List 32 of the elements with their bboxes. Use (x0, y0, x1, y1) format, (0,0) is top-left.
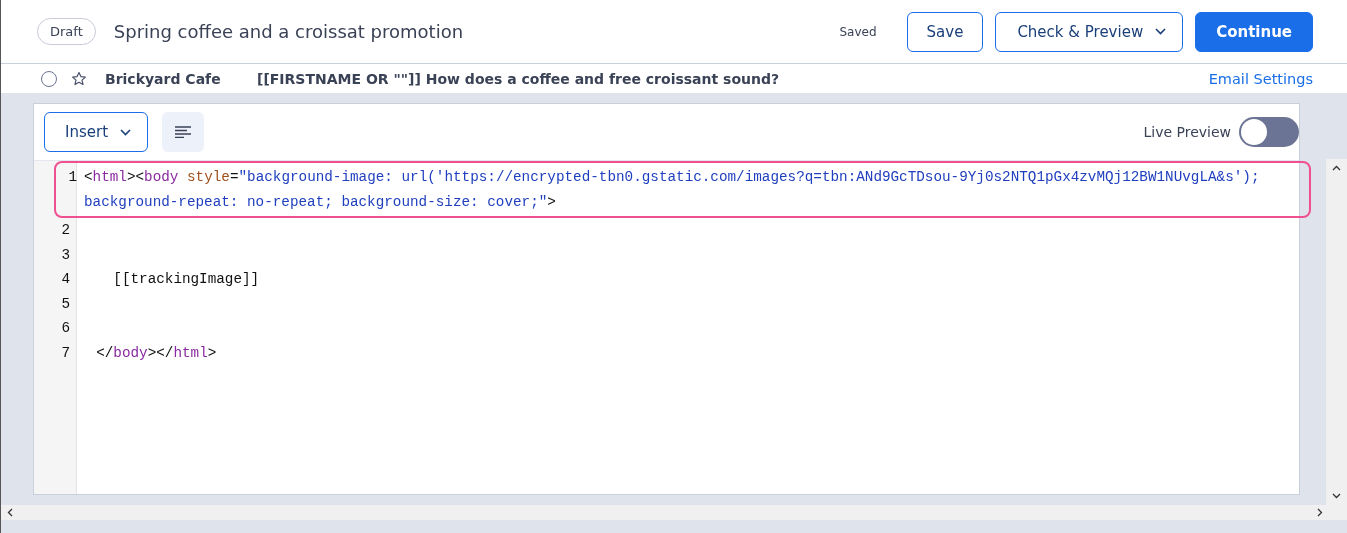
email-subject: [[FIRSTNAME OR ""]] How does a coffee and free croissant sound? (257, 70, 781, 87)
caret-icon (120, 128, 132, 136)
line-number: 5 (60, 294, 71, 314)
continue-button[interactable]: Continue (1195, 11, 1313, 52)
save-status: Saved (839, 24, 877, 39)
caret-icon (1155, 28, 1167, 35)
scroll-up-icon[interactable] (1332, 165, 1341, 171)
horizontal-scrollbar[interactable] (1, 505, 1347, 520)
scroll-left-icon[interactable] (7, 508, 13, 517)
line-number: 3 (60, 245, 71, 265)
preview-dropdown-button[interactable]: Check & Preview (995, 11, 1184, 52)
scroll-down-icon[interactable] (1332, 493, 1341, 499)
save-button[interactable]: Save (906, 11, 984, 52)
line-number: 4 (60, 270, 71, 289)
line-number: 1 (67, 168, 78, 187)
campaign-title: Spring coffee and a croissat promotion (113, 21, 465, 42)
live-preview-label: Live Preview (1143, 124, 1231, 140)
live-preview-toggle[interactable] (1239, 117, 1299, 147)
format-button[interactable] (162, 112, 205, 152)
line-number: 2 (60, 221, 71, 240)
line-number: 6 (60, 319, 71, 338)
star-icon[interactable] (71, 70, 87, 87)
align-left-icon (175, 126, 192, 138)
code-line: [[trackingImage]] (112, 271, 260, 287)
insert-button[interactable]: Insert (44, 112, 149, 152)
code-line: <html><body style="background-image: url('https://encrypted-tbn0.gstatic.com/images?q=tbn:ANd9GcTDsou-9Yj0s2NTQ1pGx4zvMQj12BW1NUvgLA&s'); background-repeat: no-repeat; background-size: cover;"> (84, 169, 1261, 210)
scroll-right-icon[interactable] (1317, 508, 1323, 517)
vertical-scrollbar[interactable] (1326, 159, 1347, 505)
line-number: 7 (60, 343, 71, 363)
code-line: </body></html> (95, 344, 217, 361)
email-settings-link[interactable]: Email Settings (1208, 70, 1313, 87)
sender-name: Brickyard Cafe (105, 70, 222, 87)
